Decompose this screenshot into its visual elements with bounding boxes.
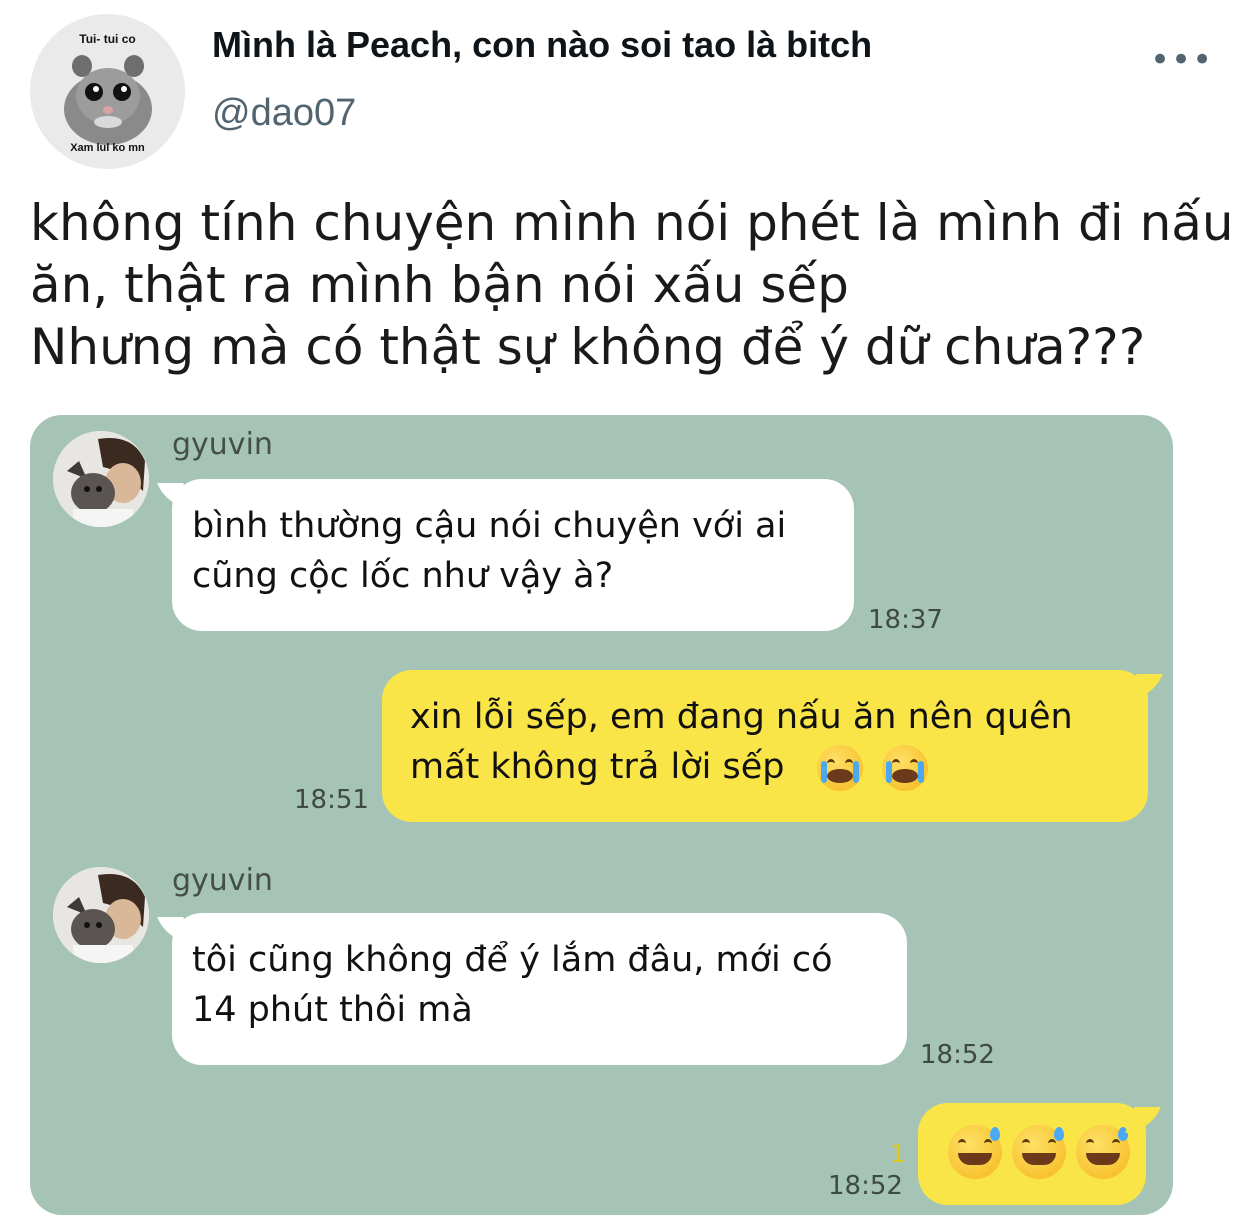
sender-avatar [53,431,149,527]
tweet-line: không tính chuyện mình nói phét là mình … [30,194,1234,252]
loudly-crying-face-icon [881,745,928,791]
chat-screenshot[interactable]: gyuvin bình thường cậu nói chuyện với ai… [30,415,1173,1215]
user-handle[interactable]: @dao07 [212,92,356,135]
message-time: 18:51 [294,785,369,815]
tweet-line: Nhưng mà có thật sự không để ý dữ chưa??… [30,318,1146,376]
message-line: 14 phút thôi mà [192,990,473,1030]
tweet-line: ăn, thật ra mình bận nói xấu sếp [30,256,849,314]
message-line: tôi cũng không để ý lắm đâu, mới có [192,940,833,980]
message-line: xin lỗi sếp, em đang nấu ăn nên quên [410,697,1073,737]
sender-name: gyuvin [172,863,273,898]
display-name[interactable]: Mình là Peach, con nào soi tao là bitch [212,24,872,66]
message-time: 18:52 [920,1040,995,1070]
incoming-message-bubble[interactable]: bình thường cậu nói chuyện với ai cũng c… [172,479,854,631]
outgoing-message-bubble[interactable]: xin lỗi sếp, em đang nấu ăn nên quên mất… [382,670,1148,822]
message-time: 18:52 [828,1171,903,1201]
grinning-sweat-face-icon [1012,1125,1066,1179]
more-options-icon[interactable]: ••• [1150,40,1212,80]
avatar-caption-bottom: Xam lul ko mn [70,142,145,154]
outgoing-message-bubble[interactable] [918,1103,1146,1205]
tweet-text: không tính chuyện mình nói phét là mình … [30,192,1235,378]
profile-avatar[interactable]: Tui- tui co Xam lul ko mn [30,14,185,169]
sender-avatar [53,867,149,963]
grinning-sweat-face-icon [1076,1125,1130,1179]
grinning-sweat-face-icon [948,1125,1002,1179]
message-line: bình thường cậu nói chuyện với ai [192,506,787,546]
sender-name: gyuvin [172,427,273,462]
loudly-crying-face-icon [816,745,863,791]
incoming-message-bubble[interactable]: tôi cũng không để ý lắm đâu, mới có 14 p… [172,913,907,1065]
message-line: cũng cộc lốc như vậy à? [192,556,614,596]
message-line: mất không trả lời sếp [410,747,785,787]
message-time: 18:37 [868,605,943,635]
read-count: 1 [890,1140,906,1168]
